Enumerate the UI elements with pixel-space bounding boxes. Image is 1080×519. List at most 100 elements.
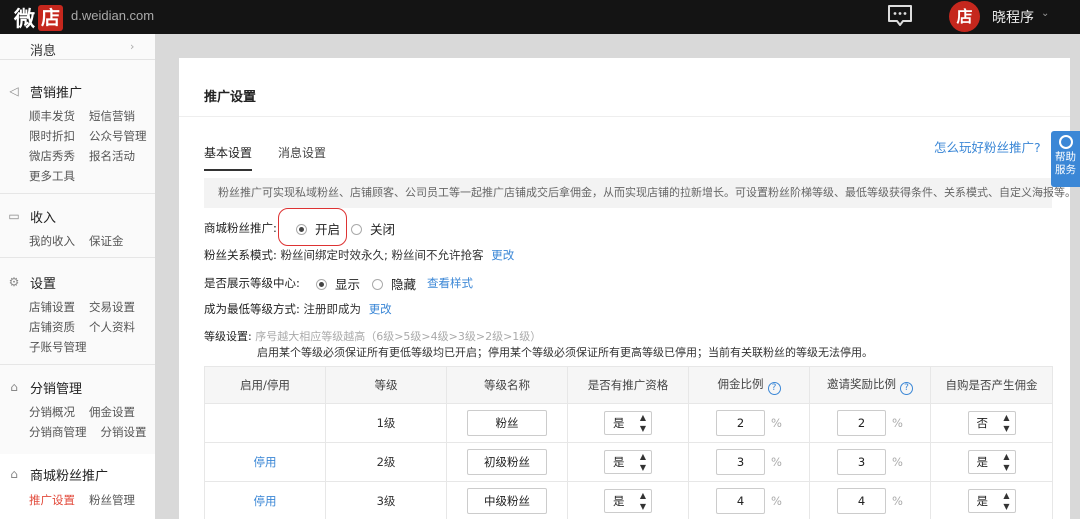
level-order-note: 序号越大相应等级越高（6级>5级>4级>3级>2级>1级）: [255, 330, 542, 343]
help-service-button[interactable]: 帮助 服务: [1051, 131, 1080, 187]
sidebar-link[interactable]: 店铺设置: [29, 300, 75, 314]
sidebar-subrow: 限时折扣 公众号管理: [29, 128, 161, 144]
action-cell: 停用: [204, 442, 326, 482]
level-name-input[interactable]: 粉丝: [467, 410, 547, 436]
commission-cell: 2%: [688, 403, 810, 443]
sidebar-subrow: 我的收入 保证金: [29, 233, 138, 249]
bag-icon: ⌂: [10, 380, 18, 394]
section-title: 收入: [30, 211, 57, 226]
eligible-select[interactable]: 是 ▲ ▼: [604, 411, 652, 435]
weidian-logo[interactable]: 微 店: [14, 3, 64, 33]
radio-label: 显示: [335, 277, 361, 292]
level-setting-label: 等级设置:: [204, 330, 252, 343]
sidebar-link[interactable]: 交易设置: [89, 300, 135, 314]
relation-label: 粉丝关系模式:: [204, 248, 277, 262]
radio-label: 隐藏: [391, 277, 417, 292]
chat-bubble-icon[interactable]: [886, 3, 914, 29]
invite-input[interactable]: 3: [837, 449, 887, 475]
change-min-level-link[interactable]: 更改: [369, 302, 392, 316]
self-buy-select[interactable]: 否 ▲ ▼: [967, 411, 1016, 435]
name-cell: 中级粉丝: [446, 481, 568, 519]
self-buy-select[interactable]: 是 ▲ ▼: [967, 450, 1016, 474]
eligible-select[interactable]: 是 ▲ ▼: [604, 489, 652, 513]
sidebar-link[interactable]: 公众号管理: [89, 129, 147, 143]
table-row: 1级 粉丝 是 ▲ ▼ 2% 2% 否 ▲ ▼: [204, 403, 1053, 443]
avatar[interactable]: 店: [949, 1, 980, 32]
gear-icon: ⚙: [8, 275, 20, 289]
eligible-cell: 是 ▲ ▼: [567, 442, 689, 482]
eligible-select[interactable]: 是 ▲ ▼: [604, 450, 652, 474]
sidebar-link[interactable]: 报名活动: [89, 149, 135, 163]
invite-input[interactable]: 4: [837, 488, 887, 514]
sidebar-link[interactable]: 分销商管理: [29, 425, 87, 439]
sidebar-link[interactable]: 我的收入: [29, 234, 75, 248]
change-relation-link[interactable]: 更改: [491, 248, 514, 262]
col-header: 启用/停用: [204, 366, 326, 404]
disable-link[interactable]: 停用: [254, 494, 277, 508]
sidebar-section-header[interactable]: ⌂ 分销管理: [0, 376, 155, 398]
self-buy-select[interactable]: 是 ▲ ▼: [967, 489, 1016, 513]
sidebar-subrow: 更多工具: [29, 168, 89, 184]
username[interactable]: 晓程序: [992, 7, 1034, 27]
sidebar-link[interactable]: 短信营销: [89, 109, 135, 123]
select-arrows-icon: ▲ ▼: [1003, 491, 1010, 511]
sidebar-link-active[interactable]: 推广设置: [29, 493, 75, 507]
sidebar: 消息 › ◁ 营销推广 顺丰发货 短信营销 限时折扣 公众号管理 微店秀秀 报名活动 …: [0, 34, 155, 519]
sidebar-section-header[interactable]: ⚙ 设置: [0, 271, 155, 293]
sidebar-item-messages[interactable]: 消息 ›: [0, 34, 155, 60]
chevron-down-icon[interactable]: ⌄: [1041, 8, 1049, 19]
divider: [0, 193, 155, 194]
col-header: 邀请奖励比例?: [809, 366, 931, 404]
promo-toggle-row: 商城粉丝推广:: [204, 220, 277, 236]
commission-input[interactable]: 3: [716, 449, 766, 475]
sidebar-link[interactable]: 保证金: [89, 234, 124, 248]
sidebar-link[interactable]: 顺丰发货: [29, 109, 75, 123]
question-icon[interactable]: ?: [900, 381, 913, 395]
sidebar-link[interactable]: 限时折扣: [29, 129, 75, 143]
tab-basic-settings[interactable]: 基本设置: [204, 144, 252, 161]
sidebar-link[interactable]: 更多工具: [29, 169, 75, 183]
level-name-input[interactable]: 中级粉丝: [467, 488, 547, 514]
select-arrows-icon: ▲ ▼: [639, 491, 646, 511]
select-arrows-icon: ▲ ▼: [1003, 413, 1010, 433]
hide-radio[interactable]: 隐藏: [372, 274, 416, 293]
radio-unselected-icon: [351, 224, 362, 235]
sidebar-link[interactable]: 微店秀秀: [29, 149, 75, 163]
sidebar-subrow: 子账号管理: [29, 339, 101, 355]
sidebar-section-header[interactable]: ⌂ 商城粉丝推广: [0, 463, 155, 485]
sidebar-subrow: 微店秀秀 报名活动: [29, 148, 149, 164]
show-radio[interactable]: 显示: [316, 274, 360, 293]
bag-icon: ⌂: [10, 467, 18, 481]
commission-input[interactable]: 4: [716, 488, 766, 514]
sidebar-section-header[interactable]: ◁ 营销推广: [0, 80, 155, 102]
relation-value: 粉丝间绑定时效永久; 粉丝间不允许抢客: [280, 248, 484, 262]
disable-link[interactable]: 停用: [254, 455, 277, 469]
help-label: 帮助: [1055, 151, 1076, 163]
invite-input[interactable]: 2: [837, 410, 887, 436]
commission-input[interactable]: 2: [716, 410, 766, 436]
sidebar-section-header[interactable]: ▭ 收入: [0, 205, 155, 227]
col-header: 等级: [325, 366, 447, 404]
question-icon[interactable]: ?: [767, 381, 781, 395]
table-row: 停用 3级 中级粉丝 是 ▲ ▼ 4% 4% 是 ▲ ▼: [204, 481, 1053, 519]
self-buy-cell: 是 ▲ ▼: [930, 442, 1053, 482]
sidebar-link[interactable]: 个人资料: [89, 320, 135, 334]
sidebar-link[interactable]: 分销概况: [29, 405, 75, 419]
radio-selected-icon: [316, 279, 327, 290]
sidebar-link[interactable]: 粉丝管理: [89, 493, 135, 507]
sidebar-link[interactable]: 子账号管理: [29, 340, 87, 354]
sidebar-link[interactable]: 佣金设置: [89, 405, 135, 419]
help-link[interactable]: 怎么玩好粉丝推广?: [934, 137, 1041, 156]
percent-sign: %: [892, 455, 903, 469]
main-card: 推广设置 基本设置 消息设置 怎么玩好粉丝推广? 粉丝推广可实现私域粉丝、店铺顾…: [179, 58, 1076, 519]
sidebar-link[interactable]: 店铺资质: [29, 320, 75, 334]
tab-message-settings[interactable]: 消息设置: [278, 144, 326, 161]
sidebar-link[interactable]: 分销设置: [101, 425, 147, 439]
level-name-input[interactable]: 初级粉丝: [467, 449, 547, 475]
sidebar-subrow: 顺丰发货 短信营销: [29, 108, 149, 124]
invite-cell: 4%: [809, 481, 931, 519]
promo-off-radio[interactable]: 关闭: [351, 219, 395, 238]
highlight-annotation: [278, 208, 347, 246]
view-style-link[interactable]: 查看样式: [427, 275, 473, 291]
percent-sign: %: [771, 494, 782, 508]
